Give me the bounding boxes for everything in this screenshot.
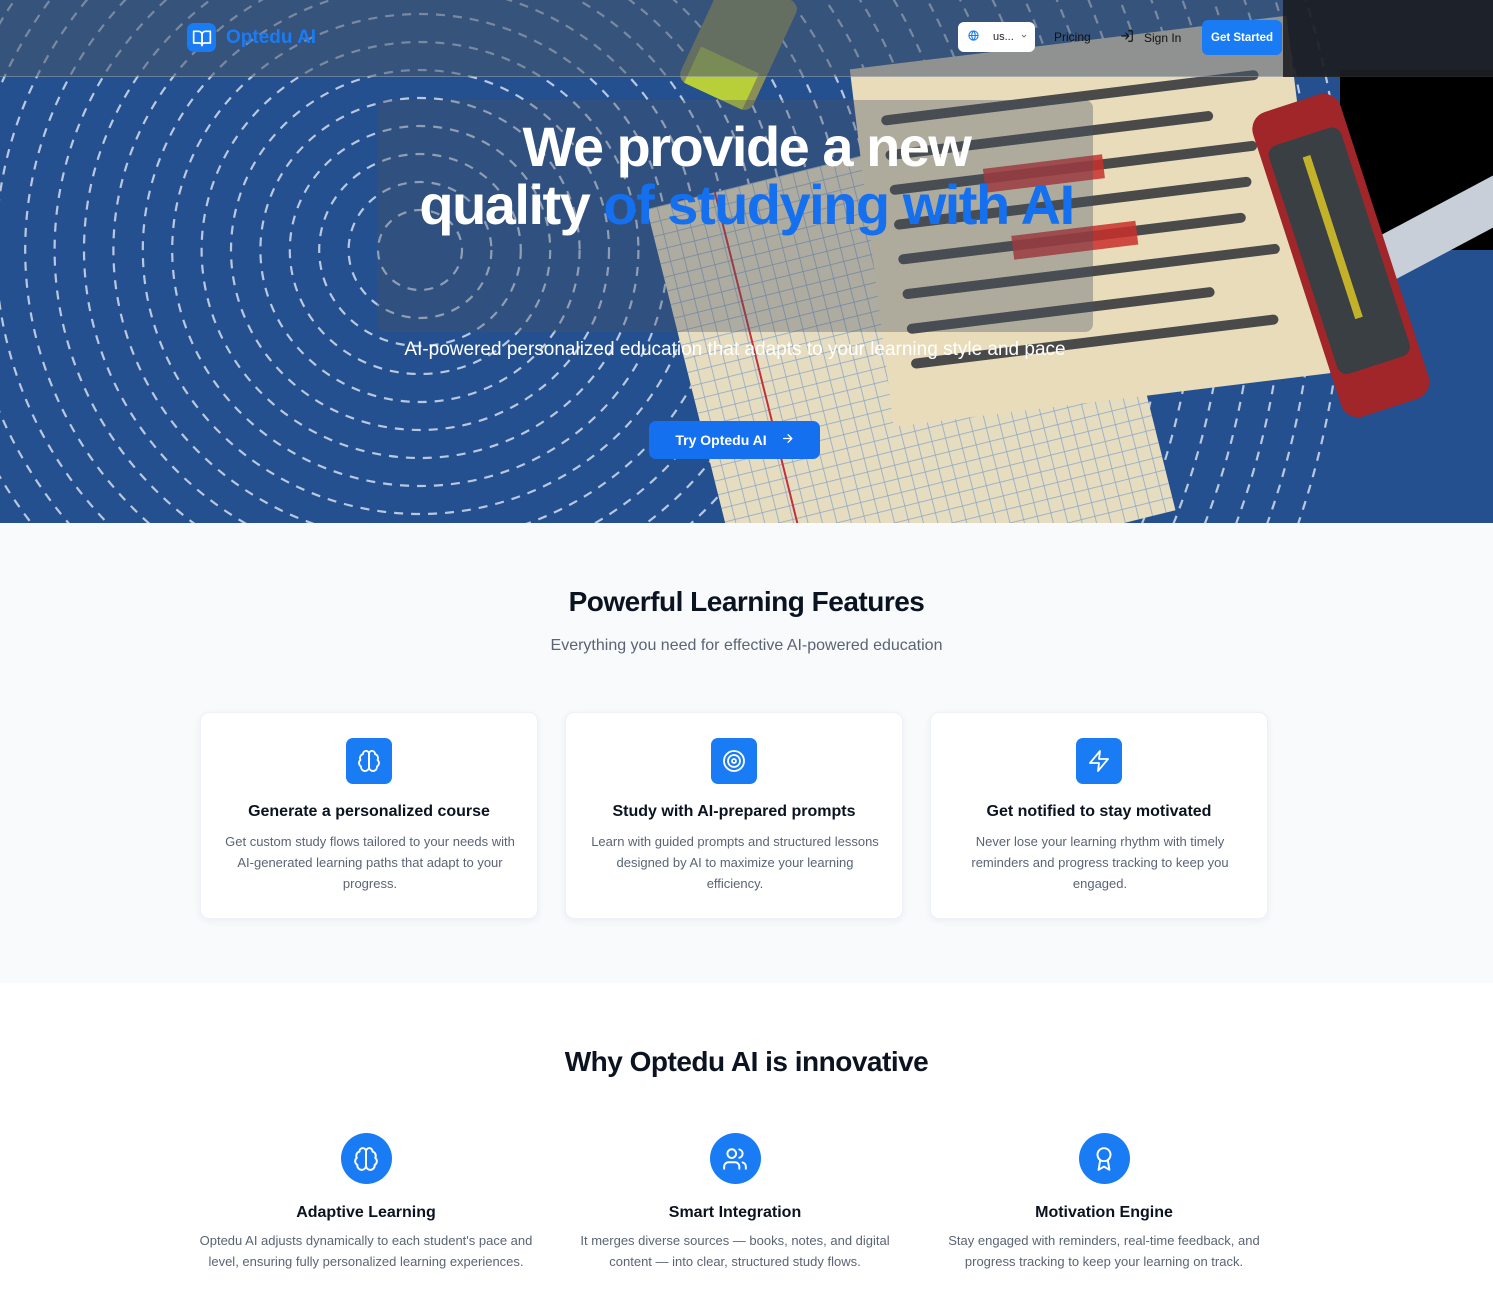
features-subtitle: Everything you need for effective AI-pow… bbox=[550, 637, 943, 654]
feature-card-text: Learn with guided prompts and structured… bbox=[591, 834, 879, 891]
award-icon bbox=[1078, 1133, 1130, 1184]
feature-card-personalized-course: Generate a personalized course Get custo… bbox=[200, 712, 538, 919]
feature-card-text: Never lose your learning rhythm with tim… bbox=[971, 834, 1229, 891]
why-item-text: Stay engaged with reminders, real-time f… bbox=[948, 1233, 1260, 1269]
sign-in-label: Sign In bbox=[1144, 30, 1182, 45]
why-item-text: It merges diverse sources — books, notes… bbox=[580, 1233, 890, 1269]
brain-icon bbox=[346, 738, 392, 784]
features-title: Powerful Learning Features bbox=[568, 586, 925, 617]
try-button-label: Try Optedu AI bbox=[675, 432, 767, 448]
why-item-motivation-engine: Motivation Engine Stay engaged with remi… bbox=[934, 1133, 1274, 1272]
nav-dark-backdrop bbox=[1283, 0, 1493, 77]
why-item-title: Motivation Engine bbox=[1035, 1204, 1173, 1221]
hero-title-highlight: of studying with AI bbox=[603, 173, 1075, 236]
feature-card-ai-prompts: Study with AI-prepared prompts Learn wit… bbox=[565, 712, 903, 919]
feature-card-title: Get notified to stay motivated bbox=[986, 803, 1212, 820]
feature-card-title: Generate a personalized course bbox=[248, 803, 490, 820]
brain-icon bbox=[340, 1133, 392, 1184]
open-book-icon bbox=[187, 23, 216, 52]
hero-title-quality: quality bbox=[419, 173, 590, 236]
arrow-right-icon bbox=[781, 432, 794, 448]
features-section: Powerful Learning Features Everything yo… bbox=[0, 523, 1493, 983]
feature-card-title: Study with AI-prepared prompts bbox=[612, 803, 856, 820]
hero-title: We provide a new quality of studying wit… bbox=[380, 118, 1113, 234]
feature-card-text: Get custom study flows tailored to your … bbox=[225, 834, 515, 891]
why-item-adaptive-learning: Adaptive Learning Optedu AI adjusts dyna… bbox=[196, 1133, 536, 1272]
why-section: Why Optedu AI is innovative Adaptive Lea… bbox=[0, 983, 1493, 1309]
lightning-icon bbox=[1076, 738, 1122, 784]
why-title: Why Optedu AI is innovative bbox=[564, 1046, 929, 1077]
target-icon bbox=[711, 738, 757, 784]
feature-card-notifications: Get notified to stay motivated Never los… bbox=[930, 712, 1268, 919]
why-item-title: Smart Integration bbox=[668, 1204, 802, 1221]
top-navigation-bar: Optedu AI us... Pricing Sign In Get Star… bbox=[0, 0, 1493, 77]
why-item-title: Adaptive Learning bbox=[296, 1204, 436, 1221]
why-item-smart-integration: Smart Integration It merges diverse sour… bbox=[565, 1133, 905, 1272]
try-optedu-button[interactable]: Try Optedu AI bbox=[649, 421, 820, 459]
sign-in-link[interactable]: Sign In bbox=[1120, 29, 1181, 46]
hero-subtitle: AI-powered personalized education that a… bbox=[404, 339, 1066, 360]
get-started-button[interactable]: Get Started bbox=[1202, 20, 1282, 55]
language-value: us... bbox=[993, 31, 1014, 43]
nav-link-pricing[interactable]: Pricing bbox=[1054, 30, 1091, 44]
language-selector[interactable]: us... bbox=[958, 22, 1035, 52]
log-in-icon bbox=[1120, 29, 1134, 46]
brand-logo[interactable]: Optedu AI bbox=[187, 23, 316, 52]
brand-name: Optedu AI bbox=[226, 26, 317, 48]
why-item-text: Optedu AI adjusts dynamically to each st… bbox=[199, 1233, 533, 1269]
chevron-down-icon bbox=[1020, 31, 1028, 43]
globe-icon bbox=[968, 30, 979, 44]
hero-title-line-1: We provide a new bbox=[522, 115, 972, 178]
users-icon bbox=[709, 1133, 761, 1184]
